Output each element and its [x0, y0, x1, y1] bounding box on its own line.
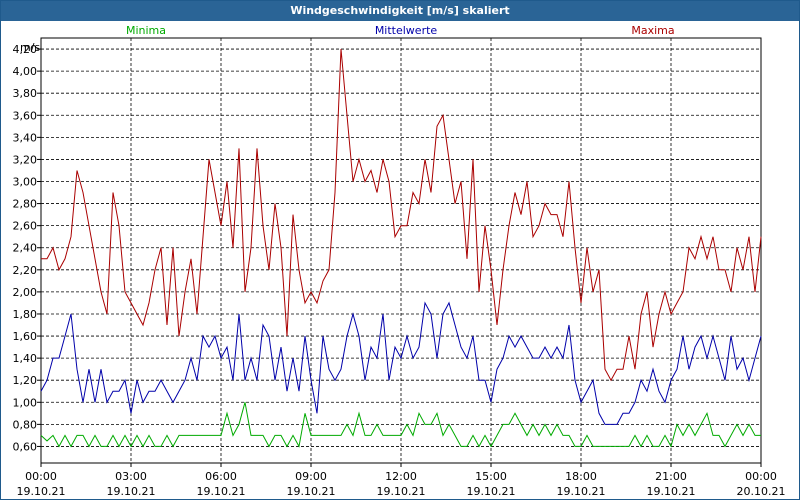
x-tick-time: 00:00	[25, 470, 57, 483]
series-label: Maxima	[631, 24, 674, 37]
x-tick-date: 20.10.21	[737, 485, 786, 498]
x-tick-time: 21:00	[655, 470, 687, 483]
x-tick-time: 15:00	[475, 470, 507, 483]
y-tick-label: 3,00	[13, 176, 38, 189]
y-tick-label: 3,80	[13, 87, 38, 100]
x-tick-date: 19.10.21	[647, 485, 696, 498]
y-tick-label: 3,20	[13, 153, 38, 166]
chart-window: Windgeschwindigkeit [m/s] skaliert m/s 0,…	[0, 0, 800, 500]
y-tick-label: 2,00	[13, 286, 38, 299]
y-tick-label: 4,00	[13, 65, 38, 78]
y-tick-label: 0,80	[13, 418, 38, 431]
x-tick-date: 19.10.21	[197, 485, 246, 498]
y-tick-label: 2,40	[13, 242, 38, 255]
x-tick-time: 06:00	[205, 470, 237, 483]
series-label: Minima	[126, 24, 166, 37]
x-tick-time: 00:00	[745, 470, 777, 483]
y-tick-label: 3,60	[13, 109, 38, 122]
y-tick-label: 2,80	[13, 198, 38, 211]
y-tick-label: 2,20	[13, 264, 38, 277]
y-tick-label: 3,40	[13, 131, 38, 144]
x-tick-date: 19.10.21	[107, 485, 156, 498]
y-tick-label: 1,60	[13, 330, 38, 343]
x-tick-time: 09:00	[295, 470, 327, 483]
x-tick-date: 19.10.21	[287, 485, 336, 498]
x-tick-time: 03:00	[115, 470, 147, 483]
x-tick-date: 19.10.21	[17, 485, 66, 498]
x-tick-date: 19.10.21	[377, 485, 426, 498]
x-tick-time: 18:00	[565, 470, 597, 483]
chart-title: Windgeschwindigkeit [m/s] skaliert	[1, 1, 799, 21]
series-label: Mittelwerte	[375, 24, 438, 37]
y-tick-label: 1,00	[13, 396, 38, 409]
x-tick-time: 12:00	[385, 470, 417, 483]
y-tick-label: 1,80	[13, 308, 38, 321]
y-tick-label: 0,60	[13, 440, 38, 453]
x-tick-date: 19.10.21	[557, 485, 606, 498]
x-tick-date: 19.10.21	[467, 485, 516, 498]
y-tick-label: 4,20	[13, 43, 38, 56]
chart-canvas: m/s0,600,801,001,201,401,601,802,002,202…	[13, 24, 786, 498]
y-tick-label: 1,20	[13, 374, 38, 387]
y-tick-label: 2,60	[13, 220, 38, 233]
y-tick-label: 1,40	[13, 352, 38, 365]
